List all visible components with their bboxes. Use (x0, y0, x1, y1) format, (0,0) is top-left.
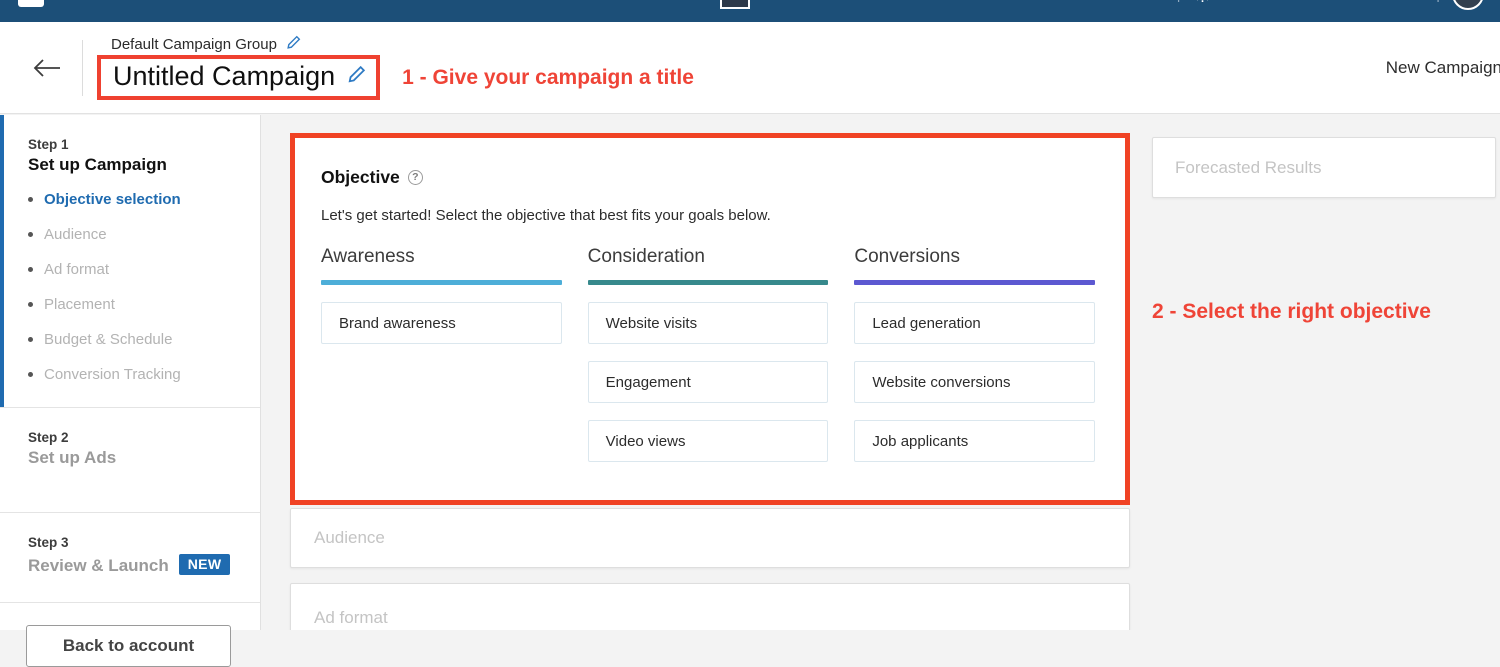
pencil-icon[interactable] (286, 35, 301, 54)
objective-title: Objective (321, 167, 400, 187)
back-to-account-button[interactable]: Back to account (26, 625, 231, 667)
sidebar-step-1[interactable]: Step 1 Set up Campaign Objective selecti… (0, 115, 260, 408)
objective-column-consideration: Consideration Website visits Engagement … (587, 246, 829, 462)
collapsed-card-ad-format[interactable]: Ad format (290, 583, 1130, 630)
top-navigation-bar: CAMPAIGN MANAGER | Dominick's Test Ad Ac… (0, 0, 1500, 22)
objective-option-engagement[interactable]: Engagement (587, 361, 829, 403)
objective-column-awareness: Awareness Brand awareness (321, 246, 562, 462)
step-3-label: Step 3 (28, 535, 69, 550)
steps-sidebar: Step 1 Set up Campaign Objective selecti… (0, 115, 261, 667)
objective-option-website-visits[interactable]: Website visits (587, 302, 829, 344)
annotation-step-2: 2 - Select the right objective (1152, 300, 1431, 323)
column-title-conversions: Conversions (854, 246, 960, 267)
gear-icon[interactable] (1193, 0, 1212, 4)
objective-card: Objective ? Let's get started! Select th… (295, 138, 1125, 500)
app-brand-name: CAMPAIGN MANAGER (62, 0, 293, 4)
column-accent-bar-consideration (587, 280, 829, 285)
back-arrow-icon[interactable] (16, 57, 76, 79)
objective-column-conversions: Conversions Lead generation Website conv… (854, 246, 1096, 462)
step-1-label: Step 1 (28, 137, 69, 152)
step-3-title: Review & Launch (28, 556, 169, 575)
objective-option-brand-awareness[interactable]: Brand awareness (321, 302, 562, 344)
sidebar-item-audience[interactable]: Audience (28, 226, 240, 243)
step-2-label: Step 2 (28, 430, 69, 445)
objective-option-video-views[interactable]: Video views (587, 420, 829, 462)
forecasted-results-card[interactable]: Forecasted Results (1152, 137, 1496, 198)
linkedin-logo-icon[interactable] (18, 0, 44, 7)
header-divider (82, 39, 83, 96)
column-accent-bar-awareness (321, 280, 562, 285)
collapsed-card-audience[interactable]: Audience (290, 508, 1130, 568)
top-thumbnail-image (719, 0, 750, 9)
avatar[interactable] (1452, 0, 1484, 10)
ad-account-name[interactable]: Dominick's Test Ad Account (1224, 0, 1425, 3)
separator: | (1177, 0, 1181, 3)
objective-subtitle: Let's get started! Select the objective … (321, 207, 771, 224)
step-1-substeps: Objective selection Audience Ad format P… (28, 191, 240, 383)
objective-option-website-conversions[interactable]: Website conversions (854, 361, 1096, 403)
sidebar-item-objective-selection[interactable]: Objective selection (28, 191, 240, 208)
sidebar-item-budget-schedule[interactable]: Budget & Schedule (28, 331, 240, 348)
column-title-awareness: Awareness (321, 246, 415, 267)
step-2-title: Set up Ads (28, 448, 117, 467)
column-title-consideration: Consideration (587, 246, 705, 267)
new-campaign-label: New Campaign (1385, 58, 1500, 77)
objective-option-lead-generation[interactable]: Lead generation (854, 302, 1096, 344)
sidebar-step-3[interactable]: Step 3 Review & Launch NEW (0, 513, 260, 603)
campaign-name-value: Untitled Campaign (113, 61, 336, 91)
main-content: Objective ? Let's get started! Select th… (261, 115, 1500, 630)
annotation-step-1: 1 - Give your campaign a title (402, 65, 694, 89)
sidebar-item-placement[interactable]: Placement (28, 296, 240, 313)
campaign-group-name: Default Campaign Group (111, 36, 277, 53)
campaign-group-row[interactable]: Default Campaign Group (111, 35, 694, 54)
column-accent-bar-conversions (854, 280, 1096, 285)
objective-card-highlight: Objective ? Let's get started! Select th… (290, 133, 1130, 505)
sidebar-item-conversion-tracking[interactable]: Conversion Tracking (28, 366, 240, 383)
campaign-header: Default Campaign Group Untitled Campaign… (0, 22, 1500, 114)
sidebar-step-2[interactable]: Step 2 Set up Ads (0, 408, 260, 513)
status-badge-new: NEW (178, 554, 231, 575)
pencil-icon[interactable] (347, 65, 366, 89)
separator: | (1436, 0, 1440, 3)
sidebar-item-ad-format[interactable]: Ad format (28, 261, 240, 278)
step-1-title: Set up Campaign (28, 155, 167, 174)
question-mark-icon[interactable]: ? (407, 170, 423, 185)
objective-option-job-applicants[interactable]: Job applicants (854, 420, 1096, 462)
campaign-title-field[interactable]: Untitled Campaign (97, 55, 381, 100)
